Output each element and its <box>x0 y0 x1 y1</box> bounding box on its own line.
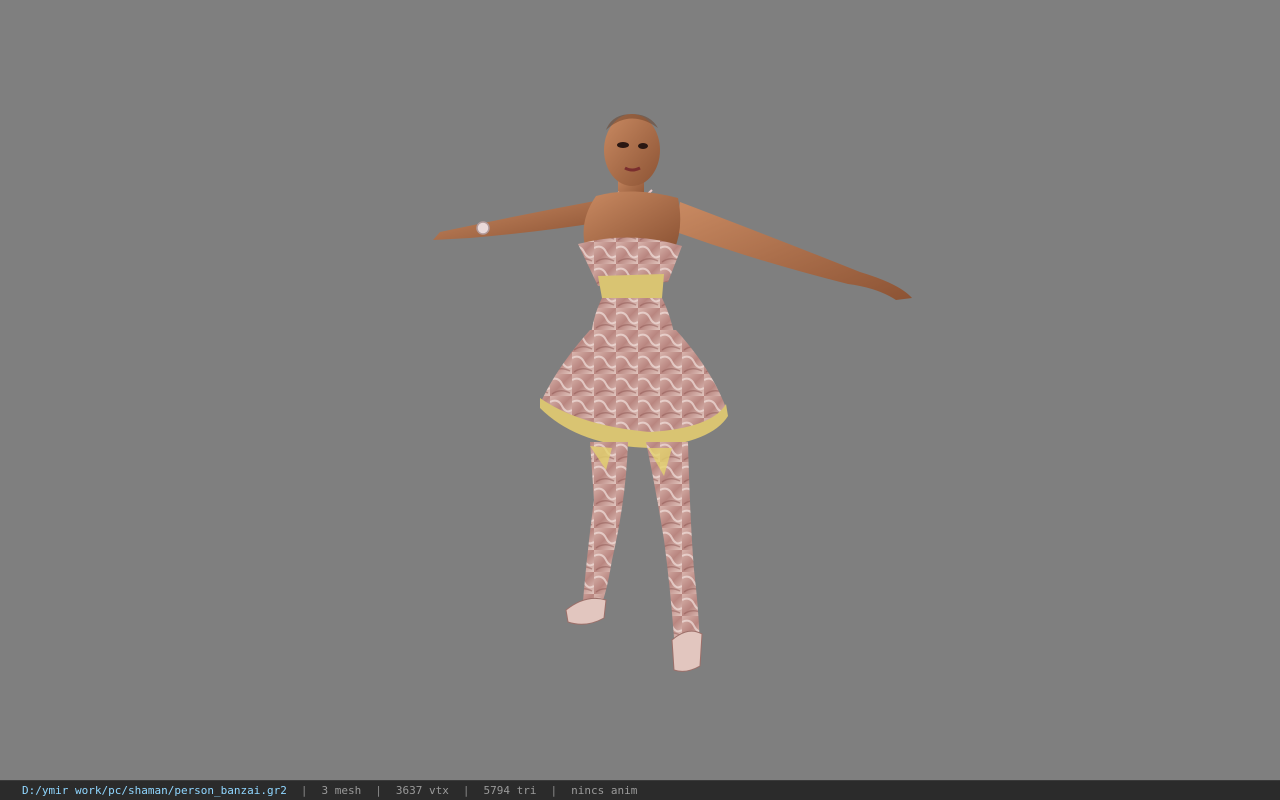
separator: | <box>462 784 470 797</box>
skirt <box>540 330 728 448</box>
separator: | <box>550 784 558 797</box>
triangle-count: 5794 tri <box>483 784 537 797</box>
character-model <box>433 114 912 672</box>
vertex-count: 3637 vtx <box>395 784 449 797</box>
mesh-count: 3 mesh <box>321 784 362 797</box>
3d-viewport[interactable] <box>0 0 1280 780</box>
status-bar: D:/ymir work/pc/shaman/person_banzai.gr2… <box>0 780 1280 800</box>
file-path: D:/ymir work/pc/shaman/person_banzai.gr2 <box>22 784 287 797</box>
torso <box>578 191 682 344</box>
separator: | <box>375 784 382 797</box>
legs <box>565 442 703 672</box>
animation-status: nincs anim <box>571 784 638 797</box>
separator: | <box>300 784 308 797</box>
